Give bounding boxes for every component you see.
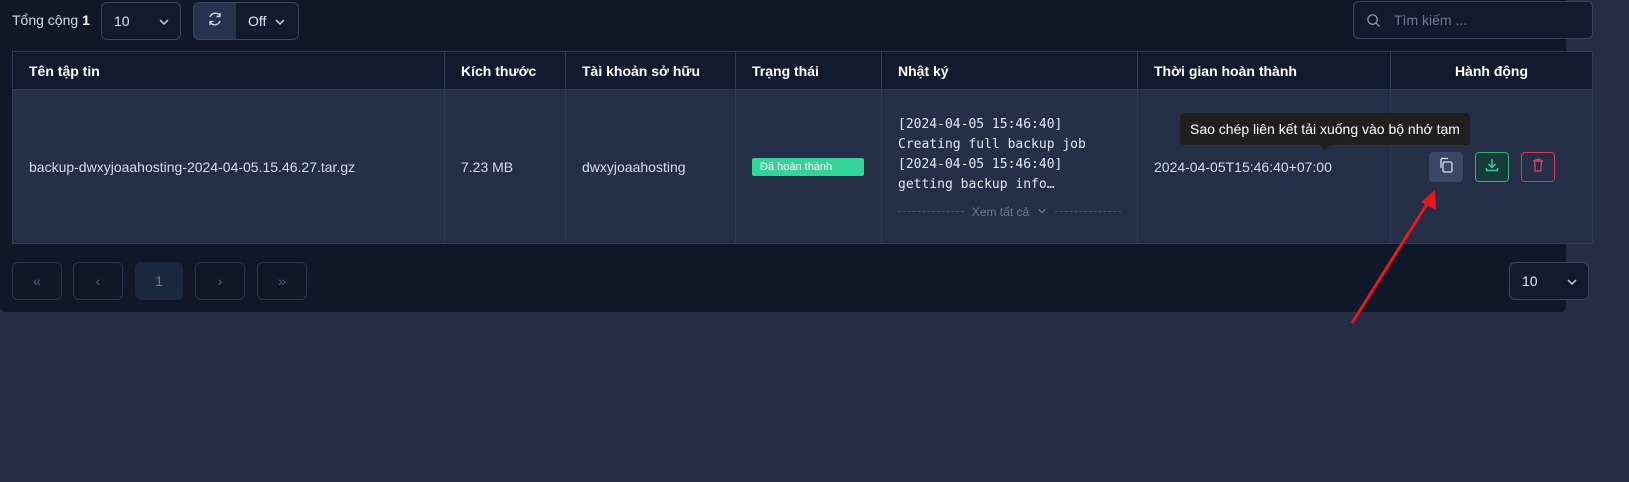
- chevron-down-icon[interactable]: [1037, 205, 1047, 219]
- divider: [1055, 211, 1122, 212]
- total-count: Tổng cộng 1: [12, 12, 90, 28]
- cell-owner: dwxyjoaahosting: [565, 89, 736, 244]
- chevron-down-icon: [1566, 275, 1578, 291]
- refresh-button[interactable]: [194, 3, 236, 39]
- column-header-log[interactable]: Nhật ký: [881, 51, 1138, 90]
- download-icon: [1484, 157, 1500, 176]
- copy-link-tooltip: Sao chép liên kết tải xuống vào bộ nhớ t…: [1180, 113, 1470, 150]
- current-page-button[interactable]: 1: [135, 262, 183, 300]
- column-header-size[interactable]: Kích thước: [444, 51, 566, 90]
- chevron-down-icon: [158, 15, 170, 31]
- log-line: getting backup info…: [898, 176, 1055, 192]
- log-content: [2024-04-05 15:46:40] Creating full back…: [898, 115, 1121, 195]
- row-actions: [1407, 151, 1576, 182]
- prev-page-button[interactable]: ‹: [73, 262, 123, 300]
- refresh-interval-value[interactable]: Off: [248, 13, 266, 29]
- cell-status: Đã hoàn thành: [735, 89, 882, 244]
- total-value: 1: [82, 12, 90, 28]
- cell-log: [2024-04-05 15:46:40] Creating full back…: [881, 89, 1138, 244]
- copy-link-button[interactable]: [1428, 151, 1463, 182]
- column-header-status[interactable]: Trạng thái: [735, 51, 882, 90]
- status-badge: Đã hoàn thành: [752, 158, 864, 176]
- page-size-select-bottom[interactable]: 10: [1509, 262, 1589, 300]
- chevron-down-icon[interactable]: [274, 15, 286, 33]
- divider: [898, 211, 964, 212]
- copy-icon: [1437, 156, 1455, 177]
- search-box[interactable]: [1353, 1, 1593, 39]
- backup-table: Tên tập tin Kích thước Tài khoản sở hữu …: [12, 51, 1593, 244]
- cell-size: 7.23 MB: [444, 89, 566, 244]
- view-all-label[interactable]: Xem tất cả: [972, 205, 1029, 219]
- trash-icon: [1530, 157, 1546, 176]
- column-header-completed[interactable]: Thời gian hoàn thành: [1137, 51, 1391, 90]
- backup-panel: Tổng cộng 1 10 Off Tìm kiếm ... Tên tập …: [0, 0, 1593, 312]
- view-all-log[interactable]: Xem tất cả: [898, 205, 1122, 219]
- search-icon: [1366, 13, 1381, 33]
- log-line: Creating full backup job: [898, 136, 1086, 152]
- search-input[interactable]: [1394, 10, 1584, 30]
- log-line: [2024-04-05 15:46:40]: [898, 156, 1063, 172]
- last-page-button[interactable]: »: [257, 262, 307, 300]
- column-header-filename[interactable]: Tên tập tin: [12, 51, 445, 90]
- delete-button[interactable]: [1520, 151, 1555, 182]
- download-button[interactable]: [1474, 151, 1509, 182]
- column-header-owner[interactable]: Tài khoản sở hữu: [565, 51, 736, 90]
- refresh-icon: [207, 11, 223, 32]
- next-page-button[interactable]: ›: [195, 262, 245, 300]
- column-header-actions: Hành động: [1390, 51, 1593, 90]
- page-size-select-top[interactable]: 10: [101, 2, 181, 40]
- cell-filename: backup-dwxyjoaahosting-2024-04-05.15.46.…: [12, 89, 445, 244]
- page-size-value: 10: [1522, 273, 1538, 289]
- toolbar: Tổng cộng 1 10 Off: [0, 0, 1593, 44]
- table-header-row: Tên tập tin Kích thước Tài khoản sở hữu …: [12, 51, 1593, 90]
- first-page-button[interactable]: «: [12, 262, 62, 300]
- total-label: Tổng cộng: [12, 12, 79, 28]
- refresh-control[interactable]: Off: [193, 2, 299, 40]
- page-size-value: 10: [114, 13, 130, 29]
- log-line: [2024-04-05 15:46:40]: [898, 116, 1063, 132]
